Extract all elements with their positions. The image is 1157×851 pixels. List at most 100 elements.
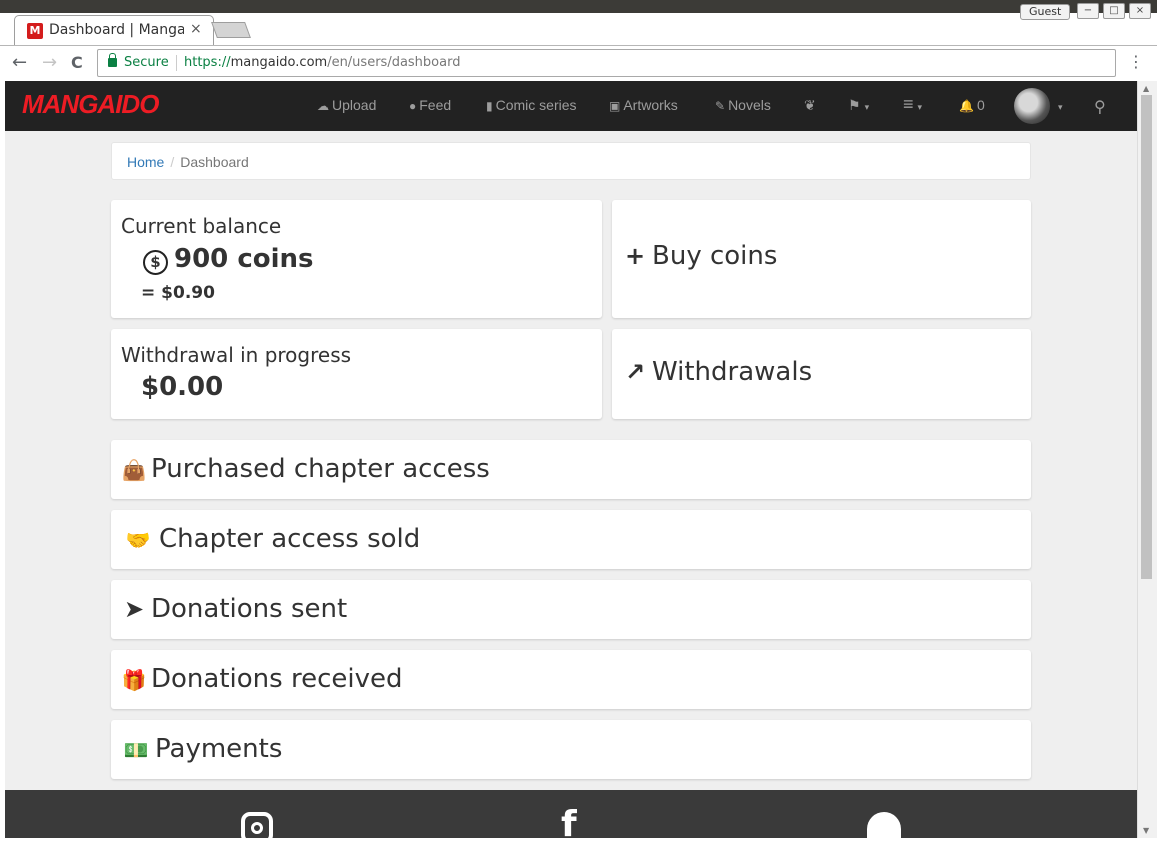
tab-favicon-icon: M: [27, 23, 43, 39]
breadcrumb-separator: /: [170, 154, 175, 170]
nav-comic-series-label: Comic series: [495, 97, 577, 113]
instagram-icon[interactable]: [241, 812, 273, 838]
nav-search[interactable]: ⚲: [1094, 97, 1106, 117]
tab-close-icon[interactable]: ×: [190, 21, 202, 37]
nav-novels-label: Novels: [728, 97, 771, 113]
nav-novels[interactable]: ✎ Novels: [715, 97, 771, 113]
donations-received-button[interactable]: 🎁 Donations received: [111, 650, 1031, 709]
scroll-down-icon[interactable]: ▼: [1143, 826, 1149, 835]
address-bar[interactable]: Secure https://mangaido.com/en/users/das…: [97, 49, 1116, 77]
withdrawal-progress-card: Withdrawal in progress $0.00: [111, 329, 602, 419]
section-label: Donations sent: [151, 594, 348, 624]
close-window-button[interactable]: ×: [1129, 3, 1151, 19]
site-footer: f: [5, 790, 1137, 838]
balance-label: Current balance: [121, 214, 282, 238]
tab-title: Dashboard | Manga: [49, 22, 184, 38]
withdrawals-row: ↗ Withdrawals: [622, 357, 812, 387]
scroll-up-icon[interactable]: ▲: [1143, 84, 1149, 93]
section-row: 💵 Payments: [121, 734, 283, 764]
paper-plane-icon: ➤: [123, 595, 145, 623]
balance-card: Current balance $900 coins = $0.90: [111, 200, 602, 318]
bell-icon: 🔔: [959, 99, 974, 113]
section-row: 👜 Purchased chapter access: [121, 454, 490, 484]
scrollbar-thumb[interactable]: [1141, 95, 1152, 579]
withdrawals-button[interactable]: ↗ Withdrawals: [612, 329, 1031, 419]
bowl-icon: ❦: [804, 97, 816, 113]
browser-tab[interactable]: M Dashboard | Manga ×: [14, 15, 214, 45]
search-icon: ⚲: [1094, 99, 1106, 116]
url-text[interactable]: https://mangaido.com/en/users/dashboard: [184, 55, 460, 70]
section-row: 🎁 Donations received: [121, 664, 403, 694]
omnibox-divider: [176, 55, 177, 71]
nav-upload-label: Upload: [332, 97, 377, 113]
buy-coins-label: Buy coins: [652, 241, 778, 271]
maximize-button[interactable]: □: [1103, 3, 1125, 19]
money-icon: 💵: [123, 738, 149, 762]
avatar[interactable]: [1014, 88, 1050, 124]
nav-feed[interactable]: ● Feed: [409, 97, 451, 113]
notification-count: 0: [976, 97, 985, 113]
chapter-access-sold-button[interactable]: 🤝 Chapter access sold: [111, 510, 1031, 569]
withdrawal-label: Withdrawal in progress: [121, 343, 352, 367]
balance-coins-row: $900 coins: [143, 244, 314, 275]
picture-icon: ▣: [609, 99, 621, 113]
withdrawal-amount: $0.00: [141, 372, 224, 402]
section-label: Payments: [155, 734, 283, 764]
user-menu-caret[interactable]: ▾: [1054, 97, 1063, 113]
section-row: ➤ Donations sent: [121, 594, 347, 624]
share-icon: ↗: [624, 358, 646, 386]
url-path: /en/users/dashboard: [327, 55, 461, 70]
secure-label: Secure: [124, 55, 169, 70]
titlebar-strip: [0, 0, 1157, 13]
chevron-down-icon: ▾: [1058, 102, 1063, 112]
nav-language-dropdown[interactable]: ⚑ ▾: [848, 97, 869, 114]
nav-notifications[interactable]: 🔔 0: [959, 97, 985, 113]
nav-menu-dropdown[interactable]: ≡ ▾: [903, 94, 922, 115]
purchased-chapter-access-button[interactable]: 👜 Purchased chapter access: [111, 440, 1031, 499]
section-label: Chapter access sold: [159, 524, 421, 554]
flag-icon: ⚑: [848, 97, 861, 113]
donations-sent-button[interactable]: ➤ Donations sent: [111, 580, 1031, 639]
minimize-button[interactable]: −: [1077, 3, 1099, 19]
nav-comic-series[interactable]: ▮ Comic series: [486, 97, 577, 113]
gift-icon: 🎁: [121, 668, 147, 692]
browser-toolbar: ← → C Secure https://mangaido.com/en/use…: [0, 45, 1157, 81]
site-logo[interactable]: MANGAIDO: [22, 89, 159, 120]
nav-upload[interactable]: ☁ Upload: [317, 97, 376, 113]
breadcrumb-current: Dashboard: [180, 154, 249, 170]
upload-cloud-icon: ☁: [317, 99, 329, 113]
facebook-icon[interactable]: f: [561, 804, 577, 838]
browser-titlebar: M Dashboard | Manga × Guest − □ ×: [0, 0, 1157, 45]
snapchat-icon[interactable]: [867, 812, 901, 838]
new-tab-button[interactable]: [211, 22, 251, 38]
forward-button[interactable]: →: [42, 53, 57, 73]
chevron-down-icon: ▾: [917, 102, 923, 112]
reload-button[interactable]: C: [71, 53, 83, 73]
lock-icon: [108, 53, 117, 67]
book-icon: ▮: [486, 99, 493, 113]
window-bottom-edge: [0, 838, 1157, 851]
nav-bowl[interactable]: ❦: [804, 97, 816, 114]
browser-menu-icon[interactable]: ⋮: [1128, 52, 1144, 71]
breadcrumb-home-link[interactable]: Home: [127, 154, 164, 170]
section-row: 🤝 Chapter access sold: [121, 524, 421, 554]
page-scrollbar[interactable]: ▲ ▼: [1137, 81, 1157, 838]
back-button[interactable]: ←: [12, 53, 27, 73]
handshake-icon: 🤝: [125, 528, 151, 552]
url-host: mangaido.com: [230, 55, 328, 70]
payments-button[interactable]: 💵 Payments: [111, 720, 1031, 779]
nav-artworks-label: Artworks: [623, 97, 678, 113]
buy-coins-row: + Buy coins: [622, 241, 777, 271]
site-navbar: MANGAIDO ☁ Upload ● Feed ▮ Comic series ▣ Ar…: [5, 81, 1137, 131]
chat-icon: ●: [409, 99, 417, 113]
coin-icon: $: [143, 250, 168, 275]
nav-artworks[interactable]: ▣ Artworks: [609, 97, 678, 113]
breadcrumb: Home / Dashboard: [111, 142, 1031, 180]
withdrawals-label: Withdrawals: [652, 357, 813, 387]
balance-coins: 900 coins: [174, 244, 314, 274]
nav-feed-label: Feed: [419, 97, 452, 113]
section-label: Donations received: [151, 664, 403, 694]
guest-profile-button[interactable]: Guest: [1020, 4, 1071, 20]
buy-coins-button[interactable]: + Buy coins: [612, 200, 1031, 318]
hamburger-icon: ≡: [903, 94, 914, 114]
